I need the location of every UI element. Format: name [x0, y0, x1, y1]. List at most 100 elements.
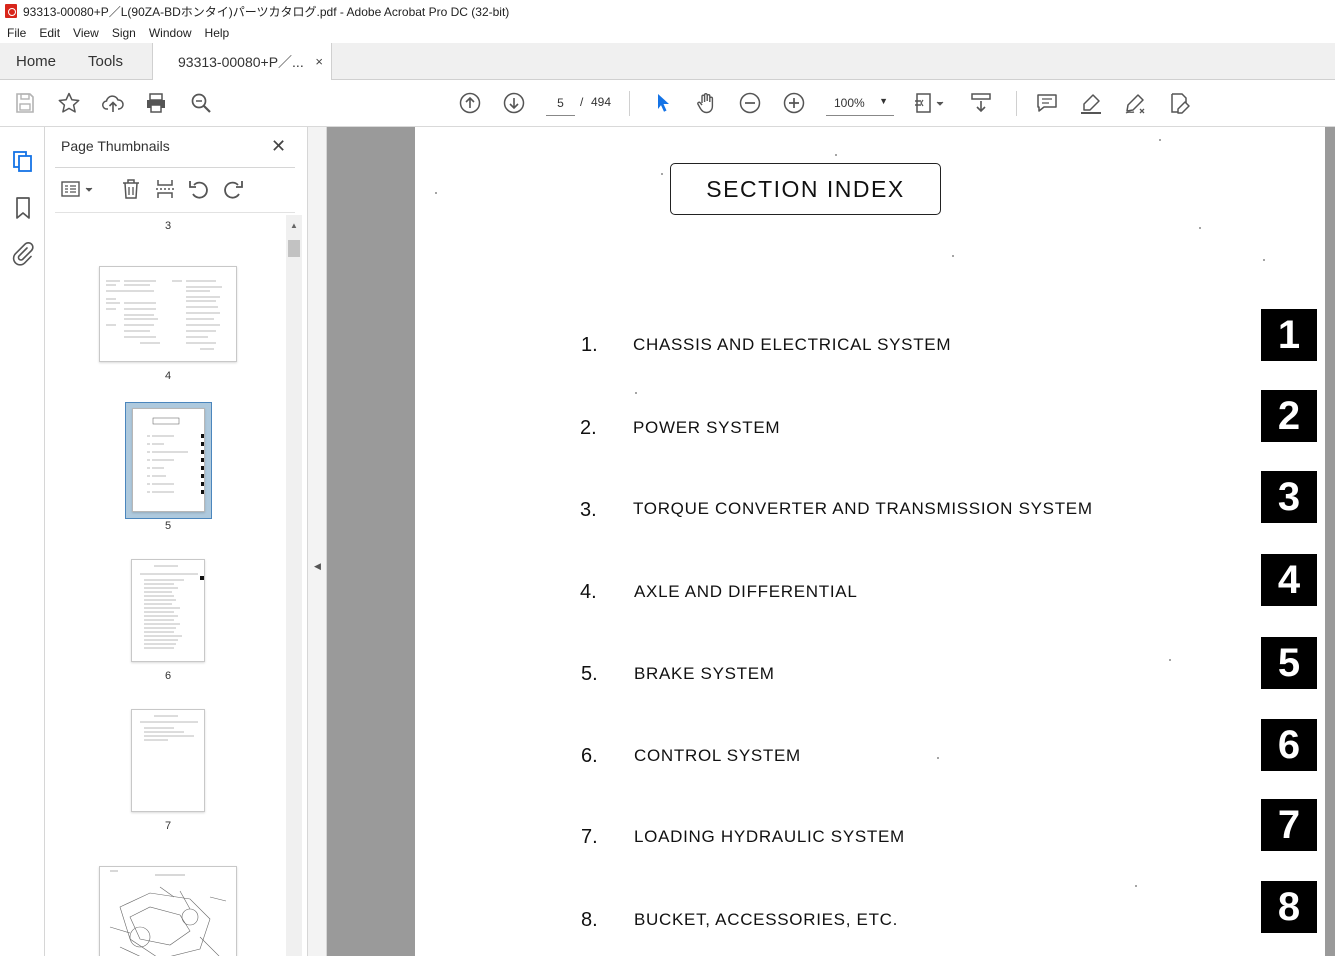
upload-cloud-icon[interactable]: [100, 90, 126, 116]
section-tab: 1: [1261, 309, 1317, 361]
thumbnail-scrollbar[interactable]: ▲: [286, 215, 302, 956]
rotate-left-icon[interactable]: [187, 177, 211, 201]
scan-speck: [1159, 139, 1161, 141]
page-thumbnails-icon[interactable]: [10, 147, 36, 173]
title-bar: 93313-00080+P／L(90ZA-BDホンタイ)パーツカタログ.pdf …: [0, 0, 1335, 22]
section-label: POWER SYSTEM: [633, 418, 781, 437]
section-number: 4.: [580, 581, 597, 603]
zoom-search-icon[interactable]: [188, 90, 214, 116]
zoom-out-icon[interactable]: [737, 90, 763, 116]
panel-close-button[interactable]: ✕: [271, 136, 286, 157]
scrollbar-thumb[interactable]: [288, 240, 300, 257]
menu-edit[interactable]: Edit: [32, 26, 66, 40]
highlight-icon[interactable]: [1078, 90, 1104, 116]
menu-window[interactable]: Window: [142, 26, 198, 40]
chevron-down-icon: ▼: [879, 96, 888, 106]
bookmark-star-icon[interactable]: [56, 90, 82, 116]
rotate-right-icon[interactable]: [221, 177, 245, 201]
main-toolbar: [0, 80, 1335, 127]
sign-icon[interactable]: [1122, 90, 1148, 116]
window-title: 93313-00080+P／L(90ZA-BDホンタイ)パーツカタログ.pdf …: [23, 4, 510, 19]
hand-pan-icon[interactable]: [693, 90, 719, 116]
fit-page-icon[interactable]: [913, 90, 947, 116]
section-index-heading: SECTION INDEX: [670, 163, 941, 215]
section-label: LOADING HYDRAULIC SYSTEM: [634, 827, 905, 846]
scan-speck: [835, 154, 837, 156]
menu-view[interactable]: View: [66, 26, 105, 40]
scan-speck: [635, 392, 637, 394]
section-label: TORQUE CONVERTER AND TRANSMISSION SYSTEM: [633, 499, 1093, 518]
scroll-mode-icon[interactable]: [968, 90, 994, 116]
chevron-left-icon[interactable]: ◀: [314, 561, 321, 572]
thumbnail-page-5[interactable]: [132, 408, 205, 512]
tab-bar: Home Tools 93313-00080+P／... ×: [0, 43, 1335, 80]
menu-sign[interactable]: Sign: [105, 26, 142, 40]
section-tab: 8: [1261, 881, 1317, 933]
section-number: 3.: [580, 499, 597, 521]
thumbnail-label: 5: [164, 520, 172, 532]
section-label: AXLE AND DIFFERENTIAL: [634, 582, 858, 601]
section-number: 1.: [581, 334, 598, 356]
menu-bar: File Edit View Sign Window Help: [0, 22, 1335, 43]
section-tab: 4: [1261, 554, 1317, 606]
save-icon[interactable]: [12, 90, 38, 116]
thumbnail-preview: [140, 565, 204, 649]
insert-page-icon[interactable]: [153, 177, 177, 201]
section-label: CHASSIS AND ELECTRICAL SYSTEM: [633, 335, 952, 354]
next-page-icon[interactable]: [501, 90, 527, 116]
scroll-up-icon[interactable]: ▲: [290, 221, 298, 230]
section-tab: 3: [1261, 471, 1317, 523]
scan-speck: [435, 192, 437, 194]
print-icon[interactable]: [143, 90, 169, 116]
panel-collapse-handle[interactable]: ◀: [308, 127, 327, 956]
thumbnail-label: 7: [164, 820, 172, 832]
prev-page-icon[interactable]: [457, 90, 483, 116]
menu-file[interactable]: File: [0, 26, 32, 40]
thumbnail-page-7[interactable]: [131, 709, 205, 812]
section-tab: 6: [1261, 719, 1317, 771]
toolbar-separator: [1016, 91, 1017, 116]
zoom-in-icon[interactable]: [781, 90, 807, 116]
section-number: 2.: [580, 417, 597, 439]
section-label: CONTROL SYSTEM: [634, 746, 801, 765]
more-tools-icon[interactable]: [1166, 90, 1192, 116]
section-label: BRAKE SYSTEM: [634, 664, 775, 683]
thumbnail-preview: [140, 715, 198, 741]
thumbnail-page-6[interactable]: [131, 559, 205, 662]
pdf-page: SECTION INDEX 1. CHASSIS AND ELECTRICAL …: [415, 127, 1325, 956]
section-label: BUCKET, ACCESSORIES, ETC.: [634, 910, 899, 929]
zoom-level-select[interactable]: 100% ▼: [826, 91, 894, 116]
thumbnail-preview: [109, 870, 227, 956]
thumbnail-page-8[interactable]: [99, 866, 237, 956]
tab-close-button[interactable]: ×: [315, 54, 323, 69]
tab-tools[interactable]: Tools: [88, 53, 123, 70]
thumbnail-preview: [147, 417, 204, 494]
scan-speck: [952, 255, 954, 257]
page-thumbnails-panel: Page Thumbnails ✕ 3 4 5 6 7 ▲: [45, 127, 308, 956]
section-tab: 5: [1261, 637, 1317, 689]
thumbnail-page-4[interactable]: [99, 266, 237, 362]
scan-speck: [661, 173, 663, 175]
page-total: 494: [591, 95, 612, 109]
thumbnail-label: 3: [164, 220, 172, 232]
acrobat-window: 93313-00080+P／L(90ZA-BDホンタイ)パーツカタログ.pdf …: [0, 0, 1335, 956]
panel-title: Page Thumbnails: [61, 138, 170, 154]
panel-divider: [55, 167, 295, 168]
scan-speck: [1169, 659, 1171, 661]
comment-icon[interactable]: [1034, 90, 1060, 116]
document-view[interactable]: SECTION INDEX 1. CHASSIS AND ELECTRICAL …: [327, 127, 1335, 956]
tab-document[interactable]: 93313-00080+P／... ×: [152, 43, 332, 80]
tab-home[interactable]: Home: [16, 53, 56, 70]
navigation-rail: [0, 127, 45, 956]
scan-speck: [1135, 885, 1137, 887]
menu-help[interactable]: Help: [198, 26, 236, 40]
page-number-input[interactable]: [546, 91, 575, 116]
delete-page-icon[interactable]: [119, 177, 143, 201]
select-cursor-icon[interactable]: [650, 90, 676, 116]
thumbnail-preview: [106, 280, 222, 350]
section-tab: 2: [1261, 390, 1317, 442]
attachments-icon[interactable]: [10, 240, 36, 266]
section-tab: 7: [1261, 799, 1317, 851]
bookmarks-icon[interactable]: [10, 195, 36, 221]
thumbnail-options-icon[interactable]: [60, 177, 96, 201]
